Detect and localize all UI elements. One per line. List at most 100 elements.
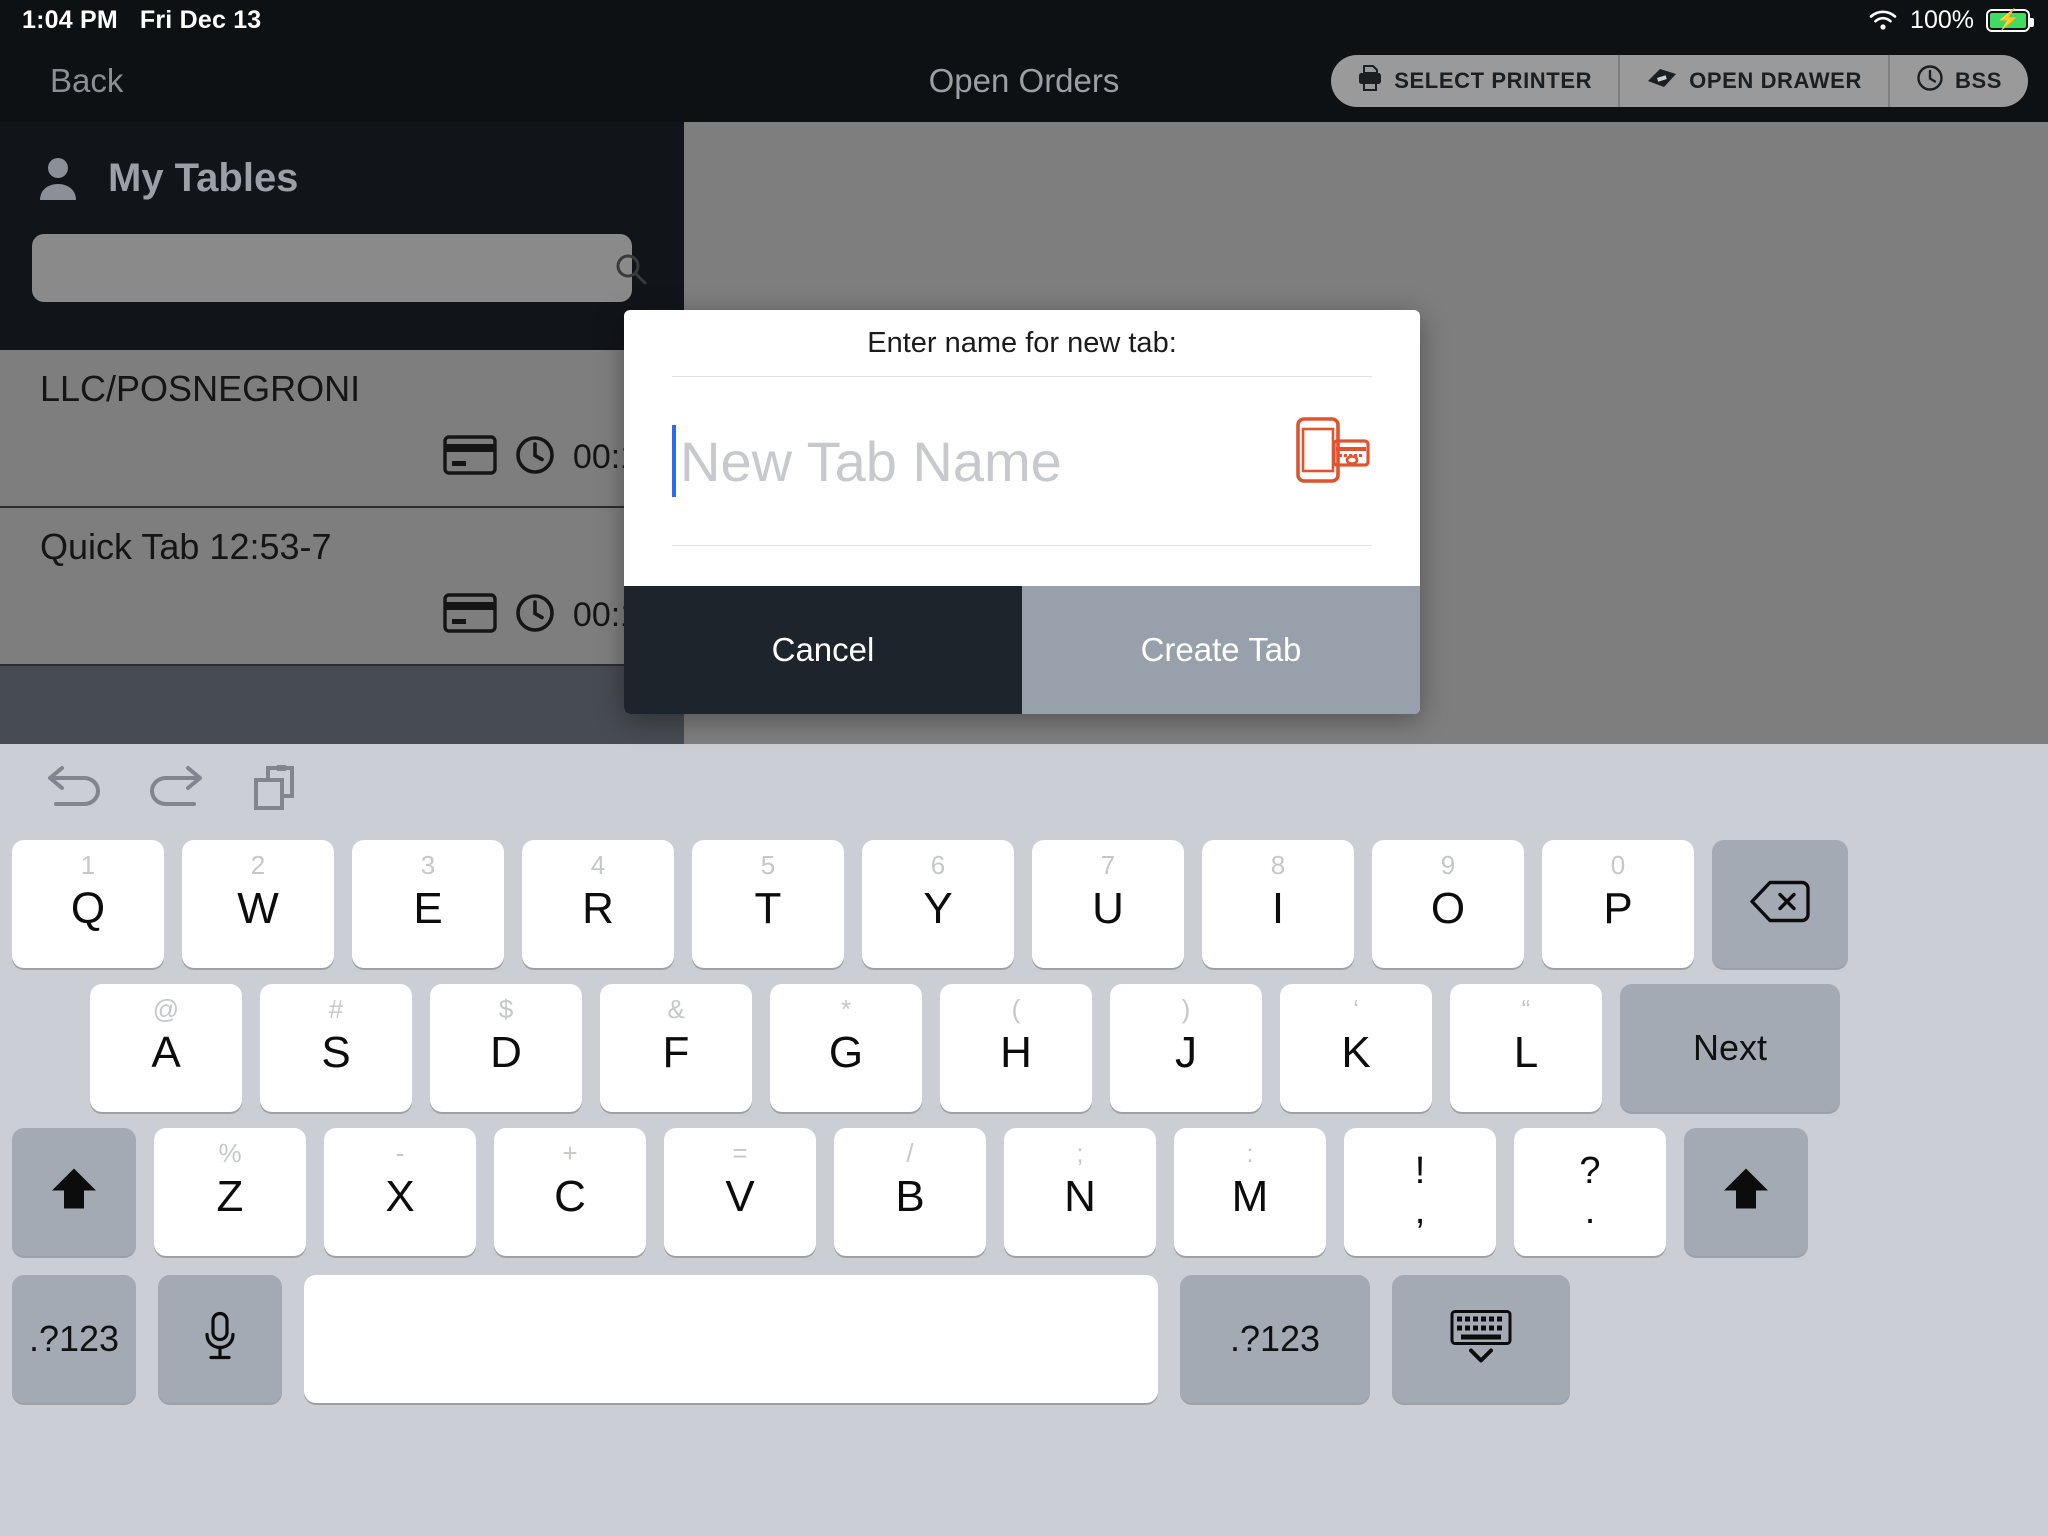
key-e[interactable]: 3E — [352, 840, 504, 968]
nav-bar: Back Open Orders SELECT PRINTER OPEN DRA… — [0, 40, 2048, 122]
key-main-label: Q — [70, 884, 106, 933]
key-a[interactable]: @ A — [90, 984, 242, 1112]
symbols-key-right-label: .?123 — [1229, 1318, 1321, 1359]
onscreen-keyboard: 1Q 2W 3E 4R 5T 6Y 7U 8I 9O 0P @ A # S $ … — [0, 744, 2048, 1536]
key-alt-label: ( — [1011, 994, 1021, 1024]
key-t[interactable]: 5T — [692, 840, 844, 968]
key-g[interactable]: * G — [770, 984, 922, 1112]
backspace-key[interactable] — [1712, 840, 1848, 968]
microphone-key[interactable] — [158, 1275, 282, 1403]
key-z[interactable]: % Z — [154, 1128, 306, 1256]
key-s[interactable]: # S — [260, 984, 412, 1112]
key-p[interactable]: 0P — [1542, 840, 1694, 968]
key-alt-label: # — [328, 994, 344, 1024]
battery-charging-icon: ⚡ — [1986, 8, 2034, 32]
key-main-label: U — [1092, 884, 1124, 933]
key-alt-label: 8 — [1270, 850, 1286, 880]
credit-card-icon — [443, 593, 497, 638]
key-main-label: ! — [1414, 1150, 1426, 1192]
open-drawer-button[interactable]: OPEN DRAWER — [1618, 55, 1888, 107]
key-alt-label: - — [395, 1138, 405, 1168]
key-k[interactable]: ‘K — [1280, 984, 1432, 1112]
key-b[interactable]: / B — [834, 1128, 986, 1256]
key-exclamation-comma[interactable]: ! , — [1344, 1128, 1496, 1256]
key-alt-label: 3 — [420, 850, 436, 880]
space-key[interactable] — [304, 1275, 1158, 1403]
keyboard-row-4: .?123 .?123 — [0, 1264, 2048, 1414]
status-time: 1:04 PM — [22, 5, 118, 34]
bss-button[interactable]: BSS — [1887, 55, 2028, 107]
search-icon[interactable] — [614, 252, 648, 286]
cancel-button[interactable]: Cancel — [624, 586, 1022, 714]
key-d[interactable]: $ D — [430, 984, 582, 1112]
key-alt-label: $ — [498, 994, 514, 1024]
key-main-label: B — [895, 1172, 925, 1221]
sidebar-title: My Tables — [108, 155, 299, 200]
key-alt-label: : — [1246, 1138, 1254, 1168]
select-printer-button[interactable]: SELECT PRINTER — [1331, 55, 1618, 107]
credit-card-icon — [443, 435, 497, 480]
sidebar-title-row: My Tables — [32, 122, 684, 234]
symbols-key-left[interactable]: .?123 — [12, 1275, 136, 1403]
key-main-label: R — [582, 884, 614, 933]
clock-icon — [515, 593, 555, 638]
key-u[interactable]: 7U — [1032, 840, 1184, 968]
toolbar-segmented-control: SELECT PRINTER OPEN DRAWER BSS — [1331, 55, 2028, 107]
status-bar-right: 100% ⚡ — [1868, 6, 2048, 35]
key-alt-label: 5 — [760, 850, 776, 880]
table-row[interactable]: Quick Tab 12:53-7 00:10 — [0, 508, 684, 666]
key-w[interactable]: 2W — [182, 840, 334, 968]
key-o[interactable]: 9O — [1372, 840, 1524, 968]
key-c[interactable]: + C — [494, 1128, 646, 1256]
key-question-period[interactable]: ? . — [1514, 1128, 1666, 1256]
key-main-label: G — [828, 1028, 864, 1077]
search-input[interactable] — [32, 234, 632, 302]
shift-key-right[interactable] — [1684, 1128, 1808, 1256]
main-content: My Tables LLC/POSNEGRONI 00:10 Quick Tab… — [0, 122, 2048, 1288]
key-y[interactable]: 6Y — [862, 840, 1014, 968]
bss-label: BSS — [1954, 68, 2002, 93]
dismiss-keyboard-key[interactable] — [1392, 1275, 1570, 1403]
status-date: Fri Dec 13 — [139, 5, 262, 34]
printer-icon — [1357, 64, 1383, 98]
new-tab-name-input[interactable] — [680, 428, 1200, 494]
keyboard-row-2: @ A # S $ D & F * G (H ) J ‘K “L Next — [0, 976, 2048, 1120]
key-q[interactable]: 1Q — [12, 840, 164, 968]
table-row[interactable]: LLC/POSNEGRONI 00:10 — [0, 350, 684, 508]
cash-drawer-icon — [1646, 66, 1678, 96]
create-tab-button[interactable]: Create Tab — [1022, 586, 1420, 714]
key-h[interactable]: (H — [940, 984, 1092, 1112]
key-main-label: M — [1231, 1172, 1269, 1221]
key-alt-label: 1 — [80, 850, 96, 880]
symbols-key-right[interactable]: .?123 — [1180, 1275, 1370, 1403]
keyboard-row-1: 1Q 2W 3E 4R 5T 6Y 7U 8I 9O 0P — [0, 832, 2048, 976]
key-n[interactable]: ; N — [1004, 1128, 1156, 1256]
mobile-payment-icon — [1292, 413, 1370, 492]
status-bar: 1:04 PM Fri Dec 13 100% ⚡ — [0, 0, 2048, 40]
open-drawer-label: OPEN DRAWER — [1689, 68, 1862, 93]
key-alt-label: * — [840, 994, 852, 1024]
key-j[interactable]: ) J — [1110, 984, 1262, 1112]
battery-percent: 100% — [1910, 5, 1974, 34]
select-printer-label: SELECT PRINTER — [1394, 68, 1593, 93]
key-main-label: W — [237, 884, 279, 933]
next-key[interactable]: Next — [1620, 984, 1840, 1112]
redo-icon[interactable] — [146, 762, 204, 814]
key-main-label: Z — [216, 1172, 244, 1221]
paste-icon[interactable] — [246, 762, 304, 814]
key-x[interactable]: -X — [324, 1128, 476, 1256]
key-r[interactable]: 4R — [522, 840, 674, 968]
key-i[interactable]: 8I — [1202, 840, 1354, 968]
status-bar-left: 1:04 PM Fri Dec 13 — [0, 6, 261, 35]
key-m[interactable]: :M — [1174, 1128, 1326, 1256]
key-main-label: H — [1000, 1028, 1032, 1077]
key-main-label: D — [490, 1028, 522, 1077]
undo-icon[interactable] — [46, 762, 104, 814]
key-v[interactable]: = V — [664, 1128, 816, 1256]
key-l[interactable]: “L — [1450, 984, 1602, 1112]
key-alt-label: 4 — [590, 850, 606, 880]
search-container — [32, 234, 652, 304]
key-main-label: C — [554, 1172, 586, 1221]
key-f[interactable]: & F — [600, 984, 752, 1112]
shift-key-left[interactable] — [12, 1128, 136, 1256]
